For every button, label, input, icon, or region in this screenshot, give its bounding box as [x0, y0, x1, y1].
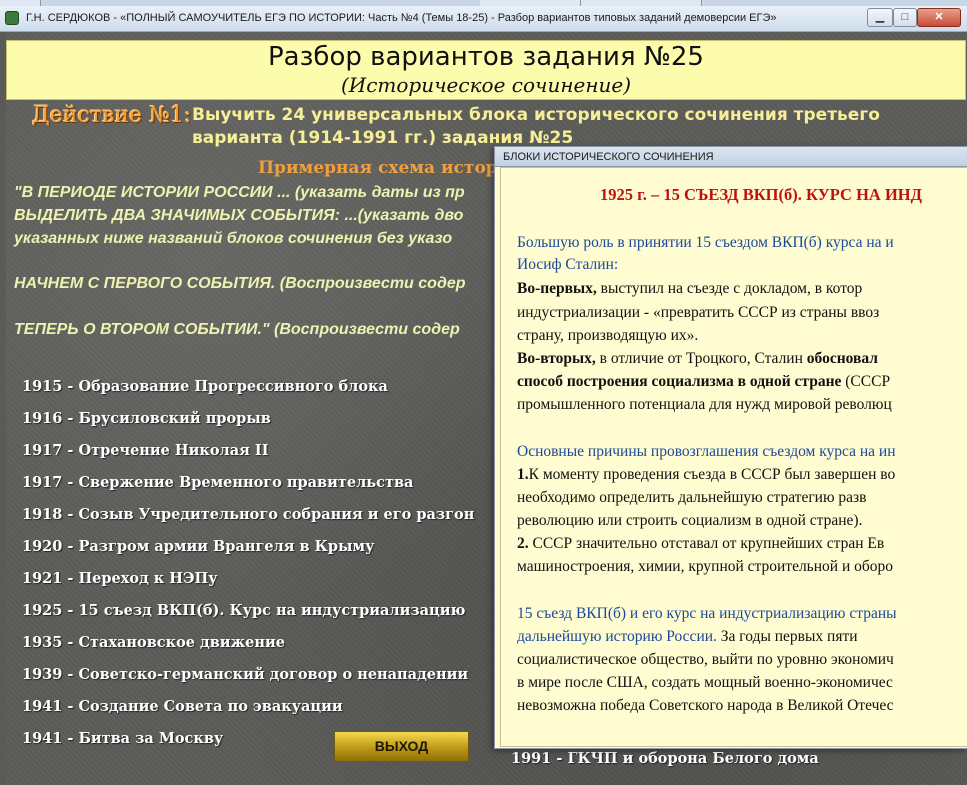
text-line: Во-первых, выступил на съезде с докладом… — [517, 280, 862, 298]
exit-button[interactable]: ВЫХОД — [334, 731, 469, 762]
text-line: революцию или строить социализм в одной … — [517, 512, 863, 529]
minimize-button[interactable]: ▁ — [867, 8, 893, 27]
text-line: необходимо определить дальнейшую стратег… — [517, 489, 867, 506]
text-span: в отличие от Троцкого, Сталин — [595, 350, 807, 367]
page-subtitle: (Историческое сочинение) — [340, 73, 632, 97]
text-line: Основные причины провозглашения съездом … — [517, 443, 896, 460]
text-line: 2. СССР значительно отставал от крупнейш… — [517, 535, 884, 553]
text-emphasis: Во-первых, — [517, 280, 597, 297]
event-item[interactable]: 1917 - Отречение Николая II — [22, 442, 268, 459]
app-icon — [5, 11, 19, 25]
text-line: в мире после США, создать мощный военно-… — [517, 674, 893, 691]
event-item[interactable]: 1925 - 15 съезд ВКП(б). Курс на индустри… — [22, 602, 465, 619]
text-span: К моменту проведения съезда в СССР был з… — [528, 466, 896, 483]
scheme-line: ТЕПЕРЬ О ВТОРОМ СОБЫТИИ." (Воспроизвести… — [14, 321, 460, 338]
text-line: 1.К моменту проведения съезда в СССР был… — [517, 466, 895, 484]
text-line: страну, производящую их». — [517, 327, 699, 344]
header-banner: Разбор вариантов задания №25 (Историческ… — [6, 40, 966, 100]
event-item[interactable]: 1991 - ГКЧП и оборона Белого дома — [511, 750, 819, 767]
action-label: Действие №1: — [32, 103, 192, 128]
text-line: дальнейшую историю России. За годы первы… — [517, 628, 858, 646]
page-title: Разбор вариантов задания №25 — [268, 42, 704, 72]
maximize-button[interactable]: □ — [893, 8, 917, 27]
text-emphasis: 1. — [517, 466, 529, 483]
event-item[interactable]: 1920 - Разгром армии Врангеля в Крыму — [22, 538, 374, 555]
close-button[interactable]: ✕ — [917, 8, 961, 27]
scheme-title: Примерная схема истори — [258, 158, 511, 178]
text-emphasis: 2. — [517, 535, 529, 552]
text-span: За годы первых пяти — [716, 628, 858, 645]
text-line: Большую роль в принятии 15 съездом ВКП(б… — [517, 234, 894, 251]
text-line: промышленного потенциала для нужд мирово… — [517, 396, 892, 413]
event-item[interactable]: 1916 - Брусиловский прорыв — [22, 410, 271, 427]
event-item[interactable]: 1941 - Битва за Москву — [22, 730, 223, 747]
text-emphasis: обосновал — [806, 350, 878, 367]
text-emphasis: Во-вторых, — [517, 350, 596, 367]
scheme-line: ВЫДЕЛИТЬ ДВА ЗНАЧИМЫХ СОБЫТИЯ: ...(указа… — [14, 207, 464, 224]
action-text-line: Выучить 24 универсальных блока историчес… — [192, 105, 880, 125]
event-item[interactable]: 1941 - Создание Совета по эвакуации — [22, 698, 343, 715]
essay-blocks-window: БЛОКИ ИСТОРИЧЕСКОГО СОЧИНЕНИЯ 1925 г. – … — [494, 146, 967, 749]
text-span: дальнейшую историю России. — [517, 628, 717, 645]
text-span: СССР значительно отставал от крупнейших … — [528, 535, 885, 552]
event-item[interactable]: 1915 - Образование Прогрессивного блока — [22, 378, 388, 395]
event-item[interactable]: 1939 - Советско-германский договор о нен… — [22, 666, 468, 683]
text-emphasis: способ построения социализма в одной стр… — [517, 373, 842, 390]
popup-title[interactable]: БЛОКИ ИСТОРИЧЕСКОГО СОЧИНЕНИЯ — [495, 147, 967, 167]
scheme-line: указанных ниже названий блоков сочинения… — [14, 230, 453, 247]
scheme-line: "В ПЕРИОДЕ ИСТОРИИ РОССИИ ... (указать д… — [14, 184, 465, 201]
text-span: выступил на съезде с докладом, в котор — [596, 280, 863, 297]
block-heading: 1925 г. – 15 СЪЕЗД ВКП(б). КУРС НА ИНД — [600, 185, 922, 204]
text-line: машиностроения, химии, крупной строитель… — [517, 558, 894, 575]
event-item[interactable]: 1917 - Свержение Временного правительств… — [22, 474, 413, 491]
action-text: Выучить 24 универсальных блока историчес… — [192, 104, 892, 150]
text-line: невозможна победа Советского народа в Ве… — [517, 697, 894, 714]
event-item[interactable]: 1921 - Переход к НЭПу — [22, 570, 218, 587]
text-line: индустриализации - «превратить СССР из с… — [517, 304, 880, 321]
text-line: Во-вторых, в отличие от Троцкого, Сталин… — [517, 350, 878, 368]
popup-content: 1925 г. – 15 СЪЕЗД ВКП(б). КУРС НА ИНД Б… — [500, 167, 967, 747]
text-line: способ построения социализма в одной стр… — [517, 373, 890, 391]
event-item[interactable]: 1918 - Созыв Учредительного собрания и е… — [22, 506, 474, 523]
text-line: Иосиф Сталин: — [517, 256, 619, 273]
scheme-line: НАЧНЕМ С ПЕРВОГО СОБЫТИЯ. (Воспроизвести… — [14, 275, 466, 292]
text-line: социалистическое общество, выйти по уров… — [517, 651, 894, 668]
event-item[interactable]: 1935 - Стахановское движение — [22, 634, 285, 651]
text-span: (СССР — [841, 373, 891, 390]
window-title: Г.Н. СЕРДЮКОВ - «ПОЛНЫЙ САМОУЧИТЕЛЬ ЕГЭ … — [26, 12, 777, 24]
window-titlebar[interactable]: Г.Н. СЕРДЮКОВ - «ПОЛНЫЙ САМОУЧИТЕЛЬ ЕГЭ … — [0, 6, 967, 32]
text-line: 15 съезд ВКП(б) и его курс на индустриал… — [517, 605, 897, 622]
